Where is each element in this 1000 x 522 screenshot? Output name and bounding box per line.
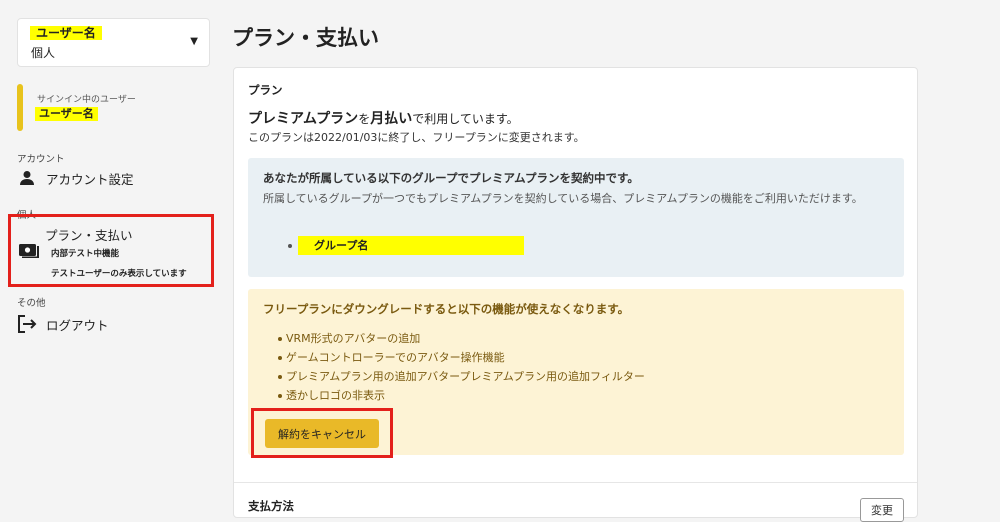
list-item: グループ名 xyxy=(288,236,524,255)
logout-icon xyxy=(17,314,37,334)
downgrade-warning-box: フリープランにダウングレードすると以下の機能が使えなくなります。 VRM形式のア… xyxy=(248,289,904,458)
plan-status: プレミアムプランを月払いで利用しています。 xyxy=(248,108,519,128)
plan-text: を xyxy=(358,112,371,126)
list-item: 透かしロゴの非表示 xyxy=(278,386,645,405)
account-name: ユーザー名 xyxy=(30,26,102,40)
sidebar: ユーザー名 個人 ▼ サインイン中のユーザー ユーザー名 アカウント アカウント… xyxy=(0,0,225,518)
bullet-icon xyxy=(288,243,292,248)
signed-in-user: サインイン中のユーザー ユーザー名 xyxy=(17,84,212,131)
billing-cycle: 月払い xyxy=(370,111,413,127)
highlight-box: 解約をキャンセル xyxy=(251,408,393,458)
accent-bar xyxy=(17,84,23,131)
signin-username: ユーザー名 xyxy=(35,107,98,121)
plan-card: プラン プレミアムプランを月払いで利用しています。 このプランは2022/01/… xyxy=(233,67,918,522)
divider xyxy=(234,482,917,483)
person-icon xyxy=(17,168,37,188)
list-item: VRM形式のアバターの追加 xyxy=(278,329,645,348)
feature-list: VRM形式のアバターの追加 ゲームコントローラーでのアバター操作機能 プレミアム… xyxy=(278,329,645,405)
sidebar-item-label: プラン・支払い xyxy=(45,228,133,243)
sidebar-item-label: アカウント設定 xyxy=(46,171,134,187)
group-info-text: 所属しているグループが一つでもプレミアムプランを契約している場合、プレミアムプラ… xyxy=(263,192,863,205)
payment-icon xyxy=(19,242,39,262)
plan-end-notice: このプランは2022/01/03に終了し、フリープランに変更されます。 xyxy=(248,131,585,144)
caret-down-icon: ▼ xyxy=(190,36,198,47)
cancel-cancellation-button[interactable]: 解約をキャンセル xyxy=(265,419,379,448)
sidebar-item-account-settings[interactable]: アカウント設定 xyxy=(17,168,134,188)
sidebar-item-logout[interactable]: ログアウト xyxy=(17,314,109,334)
list-item: ゲームコントローラーでのアバター操作機能 xyxy=(278,348,645,367)
group-info-box: あなたが所属している以下のグループでプレミアムプランを契約中です。 所属している… xyxy=(248,158,904,277)
payment-method-heading: 支払方法 xyxy=(248,499,294,513)
plan-name: プレミアムプラン xyxy=(248,111,359,127)
page-title: プラン・支払い xyxy=(232,26,379,50)
group-info-heading: あなたが所属している以下のグループでプレミアムプランを契約中です。 xyxy=(263,171,639,185)
section-label-other: その他 xyxy=(17,298,46,309)
account-selector[interactable]: ユーザー名 個人 ▼ xyxy=(17,18,210,67)
change-payment-button[interactable]: 変更 xyxy=(860,498,904,522)
list-item: プレミアムプラン用の追加アバタープレミアムプラン用の追加フィルター xyxy=(278,367,645,386)
sidebar-item-plan-payment[interactable]: プラン・支払い 内部テスト中機能 テストユーザーのみ表示しています xyxy=(8,214,214,287)
group-name: グループ名 xyxy=(298,236,524,255)
plan-text: で利用しています。 xyxy=(412,112,519,126)
test-user-note: テストユーザーのみ表示しています xyxy=(51,269,187,279)
signin-caption: サインイン中のユーザー xyxy=(37,95,136,105)
internal-test-note: 内部テスト中機能 xyxy=(51,249,120,259)
plan-heading: プラン xyxy=(248,83,283,97)
account-type: 個人 xyxy=(31,46,56,60)
sidebar-item-label: ログアウト xyxy=(46,317,109,333)
downgrade-heading: フリープランにダウングレードすると以下の機能が使えなくなります。 xyxy=(263,302,630,316)
section-label-account: アカウント xyxy=(17,154,65,165)
